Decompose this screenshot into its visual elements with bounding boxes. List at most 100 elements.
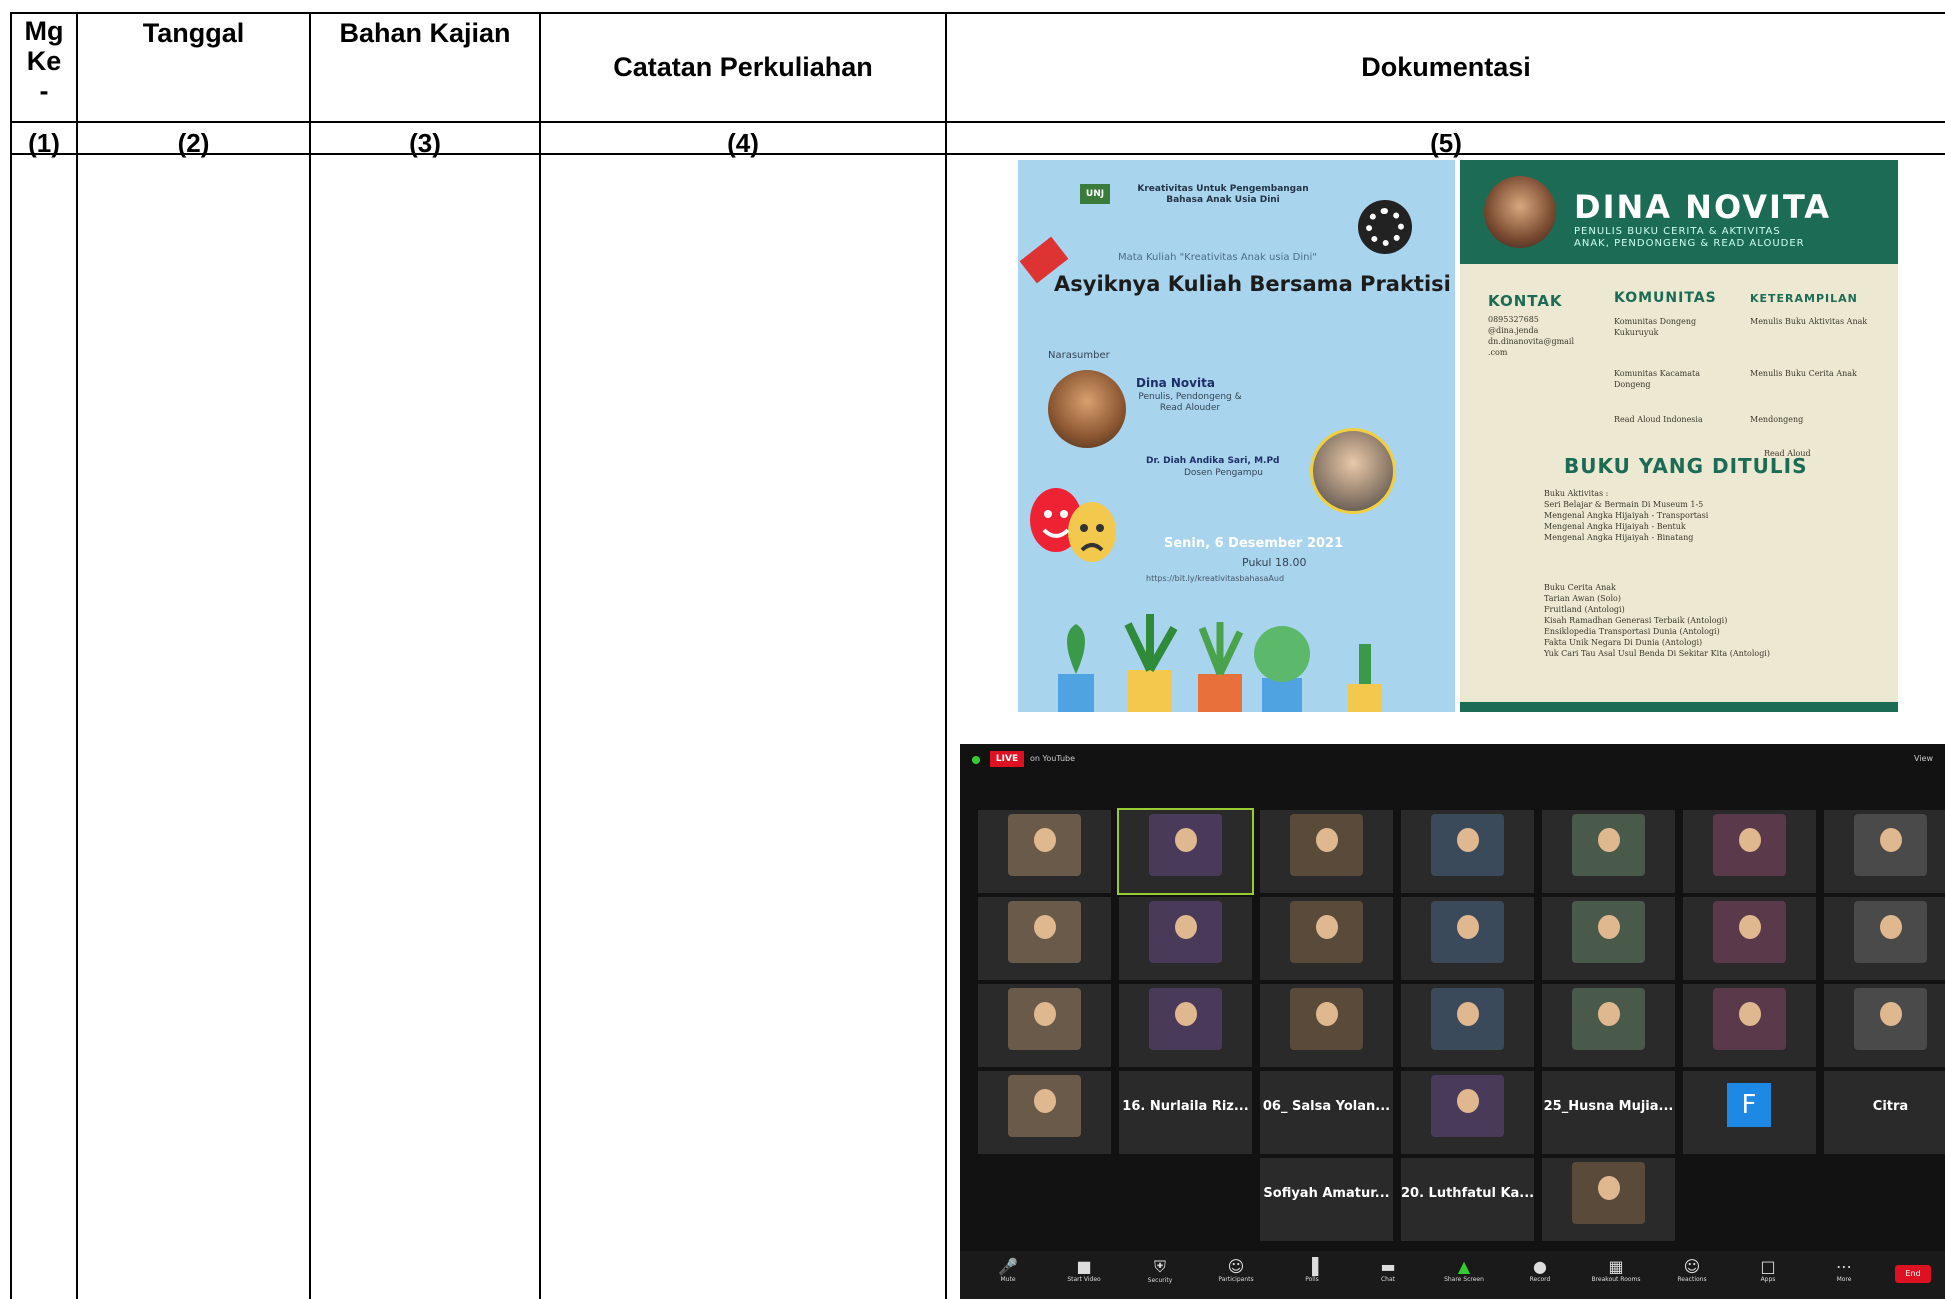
participant-name-tile: Citra [1824,1071,1945,1154]
kontak-item: @dina.jenda [1488,326,1539,335]
participant-name: Citra [1872,1099,1909,1114]
participant-video-tile [1542,1158,1675,1241]
col-border-0 [10,12,12,1299]
buku-aktivitas-item: Mengenal Angka Hijaiyah - Binatang [1544,533,1694,542]
participant-photo [1572,814,1645,876]
polls-button[interactable]: ▐ Polls [1284,1257,1340,1283]
table-top-border [10,12,1945,14]
participant-video-tile [978,1071,1111,1154]
chat-button[interactable]: ▬ Chat [1360,1257,1416,1283]
security-label: Security [1147,1277,1173,1284]
participant-video-tile [1683,810,1816,893]
participant-video-tile [978,897,1111,980]
header-mg-ke: Mg Ke - [12,16,76,106]
participant-photo [1572,901,1645,963]
end-button[interactable]: End [1895,1265,1931,1283]
reactions-label: Reactions [1677,1276,1707,1283]
header-dokumentasi: Dokumentasi [1361,52,1531,82]
event-poster: UNJ Kreativitas Untuk Pengembangan Bahas… [1018,160,1455,712]
breakout-rooms-button[interactable]: ▦ Breakout Rooms [1588,1257,1644,1283]
polls-label: Polls [1305,1276,1319,1283]
kontak-title: KONTAK [1488,292,1563,310]
participants-button[interactable]: ☺ Participants [1208,1257,1264,1283]
apps-icon: □ [1760,1257,1776,1276]
participant-name-tile: 20. Luthfatul Ka... [1401,1158,1534,1241]
security-icon: ⛨ [1153,1257,1166,1276]
zoom-meeting-screenshot: LIVE on YouTube View 16. Nurlaila Riz...… [960,744,1945,1299]
buku-title: BUKU YANG DITULIS [1564,454,1808,478]
participant-name-tile: 16. Nurlaila Riz... [1119,1071,1252,1154]
participant-photo [1572,988,1645,1050]
participant-photo [1149,988,1222,1050]
col-border-3 [539,12,541,1299]
participant-photo [1008,1075,1081,1137]
participant-photo [1713,988,1786,1050]
start-video-button[interactable]: ■ Start Video [1056,1257,1112,1283]
keterampilan-item: Menulis Buku Cerita Anak [1750,369,1857,378]
polls-icon: ▐ [1305,1257,1319,1276]
more-button[interactable]: ⋯ More [1816,1257,1872,1283]
view-button[interactable]: View [1914,754,1933,763]
mute-button[interactable]: 🎤 Mute [980,1257,1036,1283]
komunitas-title: KOMUNITAS [1614,290,1717,306]
participant-video-tile [1683,897,1816,980]
chat-label: Chat [1380,1276,1396,1283]
profile-footer-band [1460,702,1898,712]
participant-video-tile [1401,1071,1534,1154]
participant-video-tile [1542,984,1675,1067]
zoom-topbar: LIVE on YouTube View [960,744,1945,772]
participant-video-tile [1117,808,1254,895]
share-screen-label: Share Screen [1444,1276,1484,1283]
record-label: Record [1529,1276,1551,1283]
header-catatan-perkuliahan: Catatan Perkuliahan [613,52,873,82]
header-bottom-border [10,121,1945,123]
reactions-button[interactable]: ☺ Reactions [1664,1257,1720,1283]
participant-photo [1290,814,1363,876]
security-button[interactable]: ⛨ Security [1132,1257,1188,1284]
participant-video-tile [1401,897,1534,980]
youtube-label: on YouTube [1030,754,1076,763]
header-tanggal: Tanggal [142,18,245,48]
kontak-item: dn.dinanovita@gmail [1488,337,1575,346]
buku-aktivitas-list: Buku Aktivitas : Seri Belajar & Bermain … [1544,488,1864,543]
apps-button[interactable]: □ Apps [1740,1257,1796,1283]
buku-cerita-item: Yuk Cari Tau Asal Usul Benda Di Sekitar … [1544,649,1770,658]
profile-role-line2: ANAK, PENDONGENG & READ ALOUDER [1574,238,1805,249]
participant-video-tile [978,810,1111,893]
col-number-3: (3) [409,128,441,158]
speaker1-photo [1048,370,1126,448]
start-video-label: Start Video [1067,1276,1101,1283]
reactions-icon: ☺ [1683,1257,1701,1276]
profile-poster: DINA NOVITA PENULIS BUKU CERITA & AKTIVI… [1460,160,1898,712]
chat-icon: ▬ [1380,1257,1396,1276]
unj-logo: UNJ [1080,184,1110,204]
col-number-4: (4) [727,128,759,158]
connection-icon [972,756,980,764]
participant-video-tile [1401,984,1534,1067]
participant-avatar-tile: F [1683,1071,1816,1154]
participant-photo [1008,901,1081,963]
theater-masks-icon [1030,488,1116,562]
col-border-2 [309,12,311,1299]
share-screen-button[interactable]: ▲ Share Screen [1436,1257,1492,1283]
komunitas-item: Komunitas Kacamata Dongeng [1614,369,1700,389]
participants-label: Participants [1218,1276,1254,1283]
participant-photo [1008,814,1081,876]
buku-aktivitas-item: Mengenal Angka Hijaiyah - Bentuk [1544,522,1686,531]
poster-narasumber: Narasumber [1048,350,1110,361]
profile-role-line1: PENULIS BUKU CERITA & AKTIVITAS [1574,226,1781,237]
participant-photo [1290,988,1363,1050]
participant-photo [1713,814,1786,876]
buku-aktivitas-title: Buku Aktivitas : [1544,489,1609,498]
buku-cerita-item: Fruitland (Antologi) [1544,605,1625,614]
film-reel-icon [1358,200,1412,254]
participant-video-tile [1824,810,1945,893]
buku-aktivitas-item: Seri Belajar & Bermain Di Museum 1-5 [1544,500,1704,509]
participant-video-tile [1542,810,1675,893]
participant-photo [1290,901,1363,963]
participant-name-tile: 25_Husna Mujia... [1542,1071,1675,1154]
buku-cerita-list: Buku Cerita Anak Tarian Awan (Solo) Frui… [1544,582,1884,659]
participant-photo [1149,901,1222,963]
record-button[interactable]: ● Record [1512,1257,1568,1283]
participant-video-tile [1119,984,1252,1067]
